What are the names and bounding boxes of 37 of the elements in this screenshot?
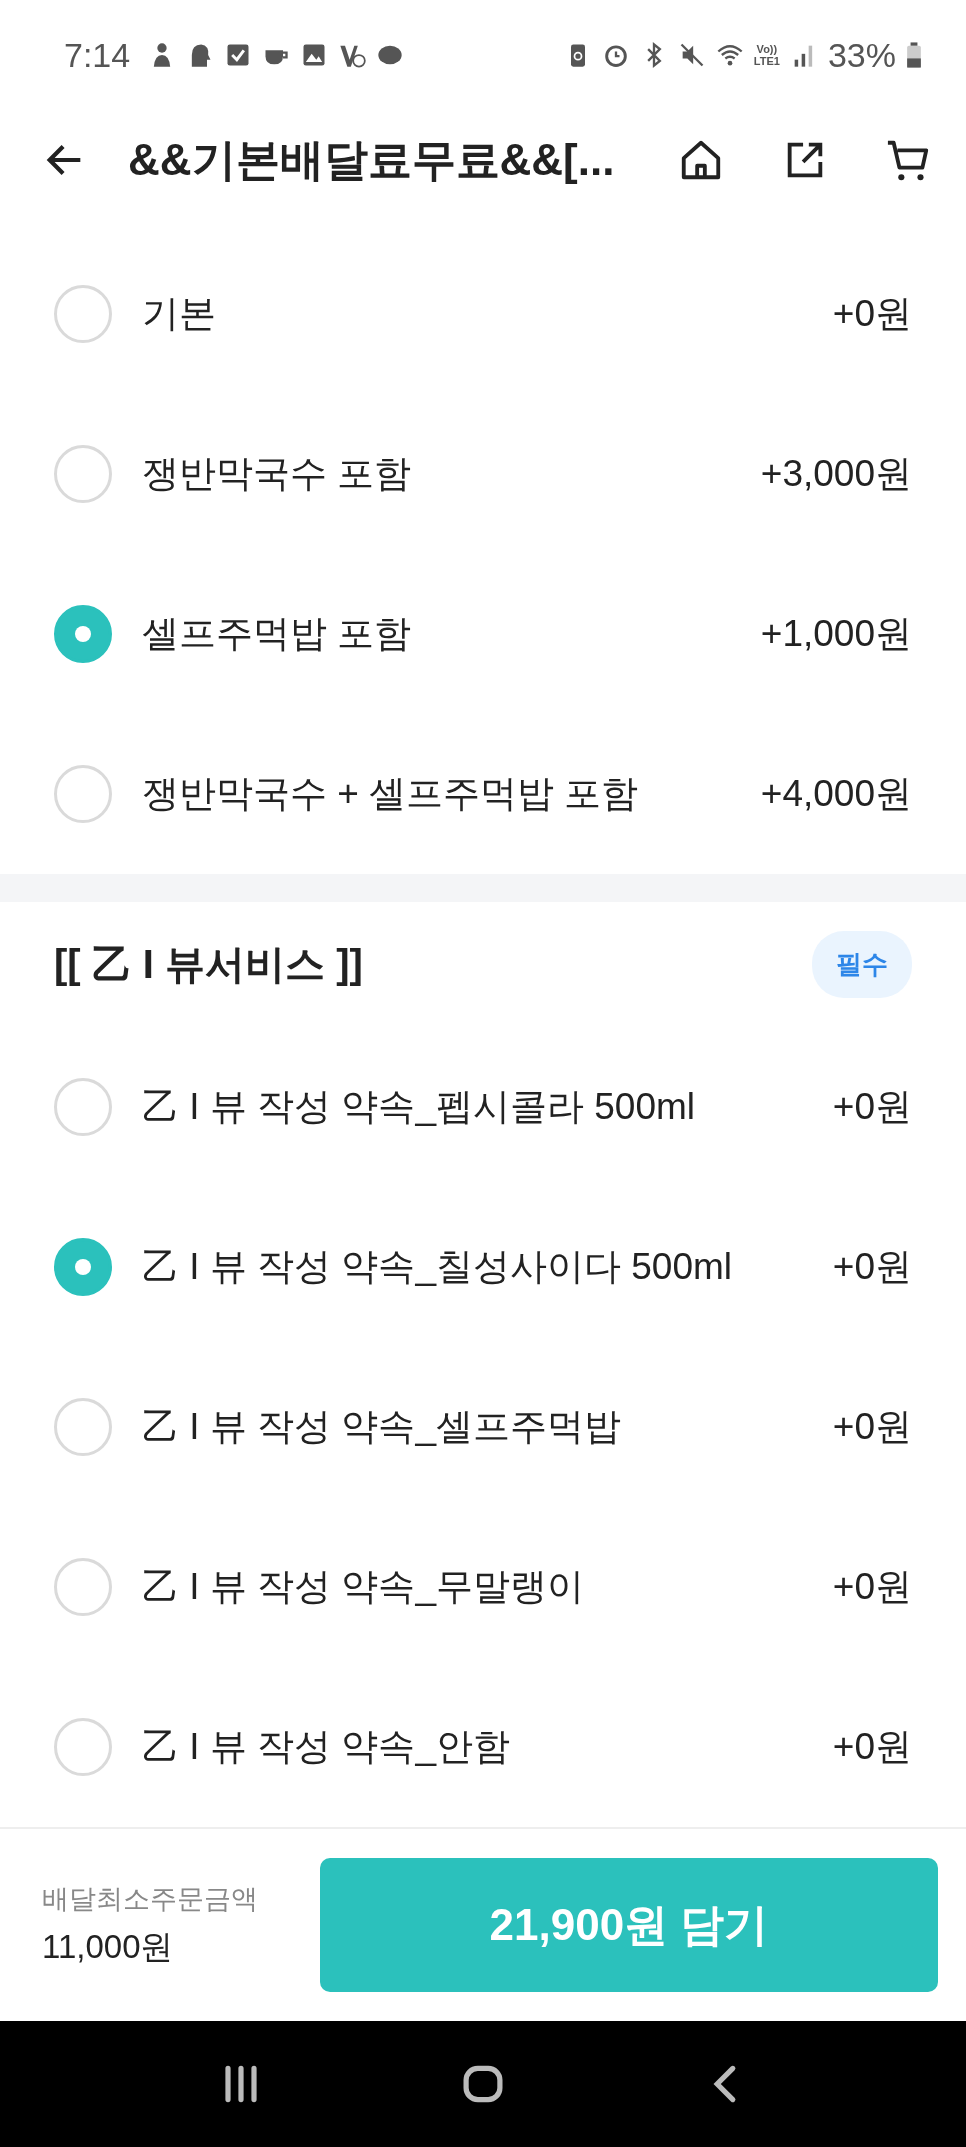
radio-button[interactable] [54, 605, 112, 663]
option-label: 셀프주먹밥 포함 [142, 612, 413, 656]
option-label: 기본 [142, 292, 217, 336]
option-label: 乙 I 뷰 작성 약속_칠성사이다 500ml [142, 1245, 734, 1289]
option-price: +0원 [832, 1565, 912, 1609]
radio-button[interactable] [54, 1718, 112, 1776]
option-label: 乙 I 뷰 작성 약속_안함 [142, 1725, 511, 1769]
radio-button[interactable] [54, 1398, 112, 1456]
battery-percent: 33% [827, 35, 896, 75]
option-label: 쟁반막국수 포함 [142, 452, 413, 496]
option-price: +4,000원 [760, 772, 912, 816]
option-price: +1,000원 [760, 612, 912, 656]
radio-button[interactable] [54, 445, 112, 503]
add-to-cart-button[interactable]: 21,900원 담기 [320, 1858, 938, 1992]
option-price: +0원 [832, 1085, 912, 1129]
radio-button[interactable] [54, 1078, 112, 1136]
network-label: Vo)) LTE1 [753, 43, 780, 67]
battery-icon [906, 41, 922, 69]
radio-button[interactable] [54, 765, 112, 823]
section-title: [[ 乙 I 뷰서비스 ]] [54, 941, 363, 988]
radio-button[interactable] [54, 285, 112, 343]
min-order-amount: 11,000원 [42, 1926, 175, 1967]
option-label: 乙 I 뷰 작성 약속_무말랭이 [142, 1565, 585, 1609]
option-label: 쟁반막국수 + 셀프주먹밥 포함 [142, 772, 640, 816]
radio-button[interactable] [54, 1558, 112, 1616]
option-price: +3,000원 [760, 452, 912, 496]
option-price: +0원 [832, 1725, 912, 1769]
page-title: &&기본배달료무료&&[... [128, 133, 616, 186]
option-price: +0원 [832, 292, 912, 336]
option-label: 乙 I 뷰 작성 약속_펩시콜라 500ml [142, 1085, 697, 1129]
option-price: +0원 [832, 1245, 912, 1289]
radio-button[interactable] [54, 1238, 112, 1296]
option-label: 乙 I 뷰 작성 약속_셀프주먹밥 [142, 1405, 622, 1449]
status-time: 7:14 [64, 35, 131, 75]
min-order-label: 배달최소주문금액 [42, 1882, 259, 1916]
required-badge: 필수 [812, 931, 912, 998]
option-price: +0원 [832, 1405, 912, 1449]
